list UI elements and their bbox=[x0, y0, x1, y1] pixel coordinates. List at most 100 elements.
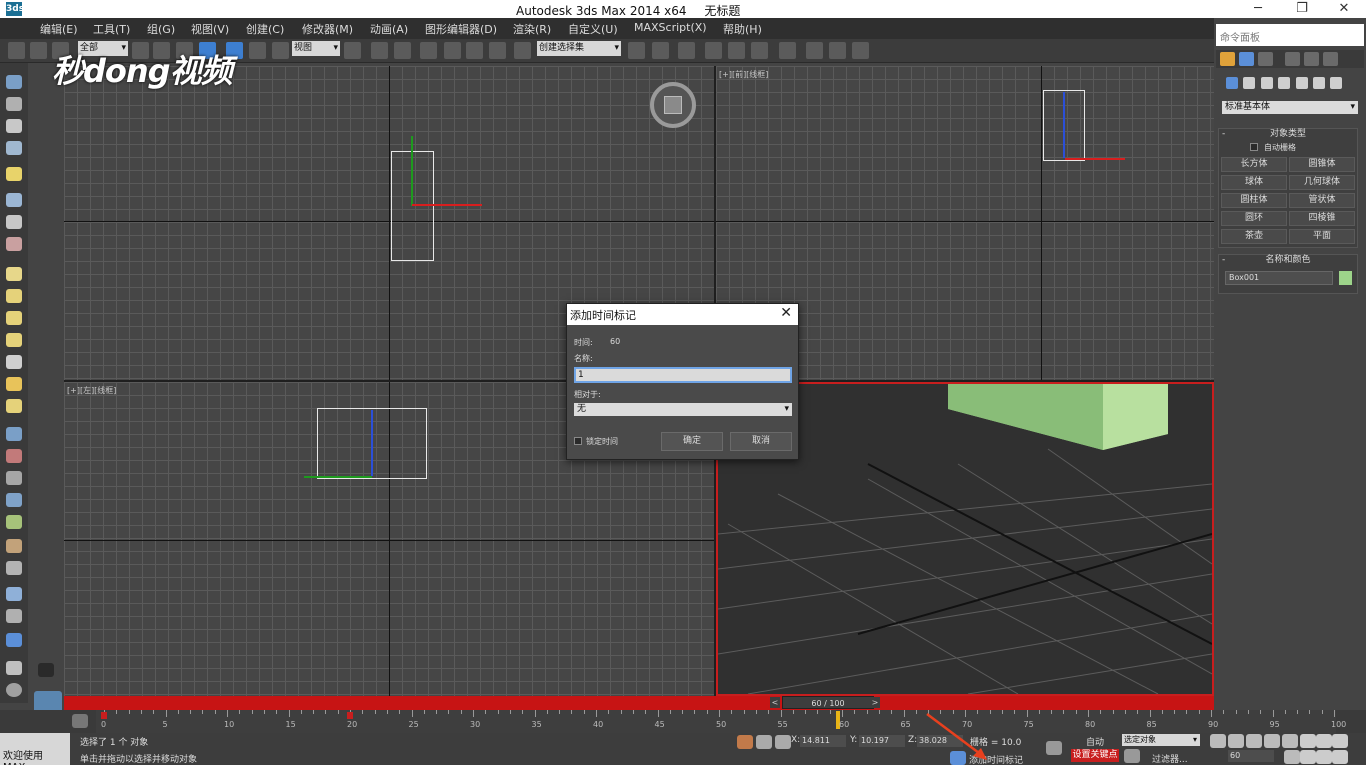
viewcube-face[interactable] bbox=[664, 96, 682, 114]
mirror-icon[interactable] bbox=[628, 42, 645, 59]
teapot-button[interactable]: 茶壶 bbox=[1221, 229, 1287, 244]
display-tab-icon[interactable] bbox=[1304, 52, 1319, 66]
container-icon[interactable] bbox=[6, 75, 22, 89]
torus-button[interactable]: 圆环 bbox=[1221, 211, 1287, 226]
spacewarps-icon[interactable] bbox=[1313, 77, 1325, 89]
biped-icon[interactable] bbox=[6, 539, 22, 553]
gizmo-x-axis[interactable] bbox=[1065, 158, 1125, 160]
cameras-icon[interactable] bbox=[1278, 77, 1290, 89]
pyramid-button[interactable]: 四棱锥 bbox=[1289, 211, 1355, 226]
utilities-tab-icon[interactable] bbox=[1323, 52, 1338, 66]
box-button[interactable]: 长方体 bbox=[1221, 157, 1287, 172]
zoom-extents-icon[interactable] bbox=[1332, 734, 1348, 748]
snaps-toggle-icon[interactable] bbox=[420, 42, 437, 59]
viewport-label[interactable]: [+][左][线框] bbox=[67, 385, 116, 396]
cylinder-icon[interactable] bbox=[6, 311, 22, 325]
menu-customize[interactable]: 自定义(U) bbox=[568, 21, 618, 37]
zoom-icon[interactable] bbox=[1300, 734, 1316, 748]
go-to-start-icon[interactable] bbox=[1210, 734, 1226, 748]
field-of-view-icon[interactable] bbox=[1300, 750, 1316, 764]
current-frame-field[interactable]: 60 bbox=[1228, 750, 1274, 762]
menu-tools[interactable]: 工具(T) bbox=[93, 21, 130, 37]
set-key-button[interactable]: 设置关键点 bbox=[1071, 749, 1119, 762]
helper-icon[interactable] bbox=[6, 215, 22, 229]
tube-button[interactable]: 管状体 bbox=[1289, 193, 1355, 208]
gizmo-x-axis[interactable] bbox=[412, 204, 482, 206]
geosphere-icon[interactable] bbox=[6, 399, 22, 413]
name-color-header[interactable]: - 名称和颜色 bbox=[1219, 255, 1357, 266]
keyboard-shortcut-icon[interactable] bbox=[394, 42, 411, 59]
create-tab-icon[interactable] bbox=[1220, 52, 1235, 66]
keyframe-marker[interactable] bbox=[347, 712, 353, 719]
key-icon[interactable] bbox=[1046, 741, 1062, 755]
play-icon[interactable] bbox=[1246, 734, 1262, 748]
object-color-swatch[interactable] bbox=[1339, 271, 1352, 285]
cone-button[interactable]: 圆锥体 bbox=[1289, 157, 1355, 172]
pivot-center-icon[interactable] bbox=[344, 42, 361, 59]
autogrid-checkbox[interactable] bbox=[1250, 143, 1258, 151]
object-type-header[interactable]: - 对象类型 bbox=[1219, 129, 1357, 140]
torus-icon[interactable] bbox=[6, 333, 22, 347]
light-icon[interactable] bbox=[6, 167, 22, 181]
globe-icon[interactable] bbox=[6, 633, 22, 647]
particles-icon[interactable] bbox=[6, 427, 22, 441]
gizmo-y-axis[interactable] bbox=[411, 136, 413, 206]
geosphere-button[interactable]: 几何球体 bbox=[1289, 175, 1355, 190]
object-name-field[interactable]: Box001 bbox=[1225, 271, 1333, 285]
graphite-ribbon-icon[interactable] bbox=[705, 42, 722, 59]
close-window-button[interactable]: ✕ bbox=[1324, 0, 1364, 18]
time-slider-prev-button[interactable]: < bbox=[770, 697, 780, 708]
box-object-shaded[interactable] bbox=[948, 384, 1208, 464]
angle-snap-icon[interactable] bbox=[444, 42, 461, 59]
reference-coordinate-dropdown[interactable]: 视图 ▾ bbox=[292, 41, 340, 56]
menu-animation[interactable]: 动画(A) bbox=[370, 21, 408, 37]
menu-rendering[interactable]: 渲染(R) bbox=[513, 21, 551, 37]
named-selection-dropdown[interactable]: 创建选择集 ▾ bbox=[537, 41, 621, 56]
previous-frame-icon[interactable] bbox=[1228, 734, 1244, 748]
sphere-icon[interactable] bbox=[6, 289, 22, 303]
people-icon[interactable] bbox=[6, 237, 22, 251]
script-icon[interactable] bbox=[6, 661, 22, 675]
ok-button[interactable]: 确定 bbox=[661, 432, 723, 451]
gizmo-z-axis[interactable] bbox=[1063, 92, 1065, 158]
schematic-view-icon[interactable] bbox=[751, 42, 768, 59]
lights-icon[interactable] bbox=[1261, 77, 1273, 89]
menu-group[interactable]: 组(G) bbox=[147, 21, 175, 37]
grid-icon[interactable] bbox=[6, 141, 22, 155]
menu-help[interactable]: 帮助(H) bbox=[723, 21, 762, 37]
camera-icon[interactable] bbox=[6, 193, 22, 207]
dynamics-icon[interactable] bbox=[6, 449, 22, 463]
shapes-icon[interactable] bbox=[1243, 77, 1255, 89]
material-editor-icon[interactable] bbox=[779, 42, 796, 59]
align-icon[interactable] bbox=[652, 42, 669, 59]
viewport-label[interactable]: [+][前][线框] bbox=[719, 69, 768, 80]
cancel-button[interactable]: 取消 bbox=[730, 432, 792, 451]
app-logo[interactable]: 3ds bbox=[6, 2, 24, 16]
gizmo-y-axis[interactable] bbox=[304, 476, 372, 478]
isolate-selection-icon[interactable] bbox=[737, 735, 753, 749]
link-icon[interactable] bbox=[8, 42, 25, 59]
keyframe-marker[interactable] bbox=[101, 712, 107, 719]
primitive-type-dropdown[interactable]: 标准基本体 ▾ bbox=[1222, 101, 1358, 114]
next-frame-icon[interactable] bbox=[1264, 734, 1280, 748]
helpers-icon[interactable] bbox=[1296, 77, 1308, 89]
unlink-icon[interactable] bbox=[30, 42, 47, 59]
geometry-icon[interactable] bbox=[1226, 77, 1238, 89]
lock-time-checkbox[interactable] bbox=[574, 437, 582, 445]
y-coordinate-field[interactable]: 10.197 bbox=[859, 735, 905, 747]
motion-tab-icon[interactable] bbox=[1285, 52, 1300, 66]
relative-to-dropdown[interactable]: 无 ▾ bbox=[574, 403, 792, 416]
expand-toolbar-icon[interactable] bbox=[38, 663, 54, 677]
render-icon[interactable] bbox=[6, 587, 22, 601]
sphere-button[interactable]: 球体 bbox=[1221, 175, 1287, 190]
help-icon[interactable] bbox=[6, 683, 22, 697]
render-setup-icon[interactable] bbox=[806, 42, 823, 59]
hair-icon[interactable] bbox=[6, 493, 22, 507]
time-slider[interactable]: 60 / 100 bbox=[782, 696, 874, 709]
menu-modifiers[interactable]: 修改器(M) bbox=[302, 21, 353, 37]
gizmo-z-axis[interactable] bbox=[371, 410, 373, 476]
systems-icon[interactable] bbox=[1330, 77, 1342, 89]
menu-edit[interactable]: 编辑(E) bbox=[40, 21, 78, 37]
box-icon[interactable] bbox=[6, 267, 22, 281]
list-icon[interactable] bbox=[6, 119, 22, 133]
